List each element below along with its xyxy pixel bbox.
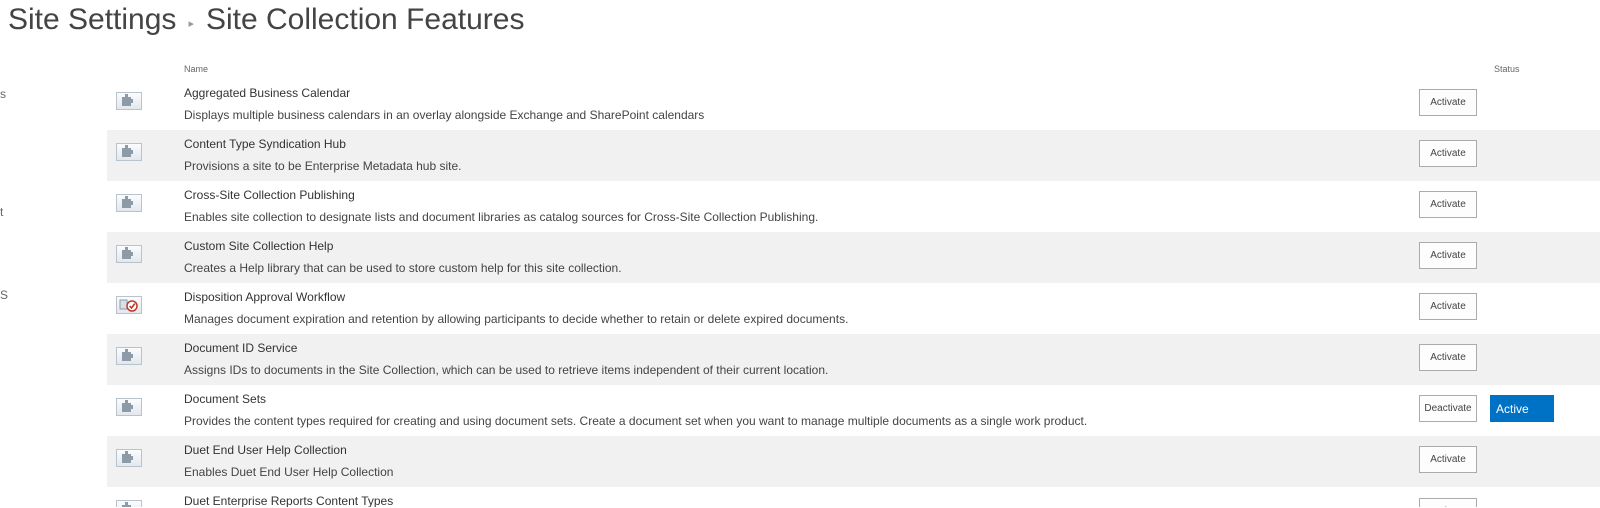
activate-button[interactable]: Activate bbox=[1419, 446, 1477, 473]
feature-name: Cross-Site Collection Publishing bbox=[184, 188, 355, 202]
activate-button[interactable]: Activate bbox=[1419, 293, 1477, 320]
activate-button[interactable]: Activate bbox=[1419, 498, 1477, 507]
feature-puzzle-icon bbox=[116, 398, 142, 416]
left-nav-item[interactable]: S bbox=[0, 288, 8, 302]
feature-name: Document Sets bbox=[184, 392, 267, 406]
feature-puzzle-icon bbox=[116, 194, 142, 212]
activate-button[interactable]: Activate bbox=[1419, 140, 1477, 167]
feature-name: Aggregated Business Calendar bbox=[184, 86, 351, 100]
feature-name: Document ID Service bbox=[184, 341, 298, 355]
feature-description: Enables Duet End User Help Collection bbox=[184, 465, 394, 479]
feature-description: Provides the content types required for … bbox=[184, 414, 1088, 428]
column-header-status: Status bbox=[1494, 64, 1520, 74]
feature-row: Document Sets Provides the content types… bbox=[107, 385, 1600, 436]
feature-description: Enables site collection to designate lis… bbox=[184, 210, 819, 224]
feature-name: Custom Site Collection Help bbox=[184, 239, 334, 253]
feature-puzzle-icon bbox=[116, 245, 142, 263]
feature-puzzle-icon bbox=[116, 92, 142, 110]
breadcrumb-current: Site Collection Features bbox=[205, 3, 525, 36]
feature-name: Duet End User Help Collection bbox=[184, 443, 347, 457]
column-header-name: Name bbox=[184, 64, 209, 74]
feature-description: Creates a Help library that can be used … bbox=[184, 261, 622, 275]
breadcrumb-separator-icon: ▸ bbox=[188, 17, 194, 30]
breadcrumb-parent-link[interactable]: Site Settings bbox=[8, 3, 176, 37]
left-nav-item[interactable]: t bbox=[0, 205, 3, 219]
activate-button[interactable]: Activate bbox=[1419, 191, 1477, 218]
site-collection-features-page: Site Settings ▸ Site Collection Features… bbox=[0, 0, 1600, 508]
feature-row: Aggregated Business Calendar Displays mu… bbox=[107, 79, 1600, 130]
feature-puzzle-icon bbox=[116, 449, 142, 467]
feature-row: Document ID Service Assigns IDs to docum… bbox=[107, 334, 1600, 385]
feature-name: Duet Enterprise Reports Content Types bbox=[184, 494, 394, 507]
feature-description: Assigns IDs to documents in the Site Col… bbox=[184, 363, 829, 377]
feature-row: Custom Site Collection Help Creates a He… bbox=[107, 232, 1600, 283]
activate-button[interactable]: Activate bbox=[1419, 344, 1477, 371]
status-badge: Active bbox=[1490, 395, 1554, 422]
feature-name: Content Type Syndication Hub bbox=[184, 137, 346, 151]
feature-row: Duet End User Help Collection Enables Du… bbox=[107, 436, 1600, 487]
feature-description: Manages document expiration and retentio… bbox=[184, 312, 849, 326]
feature-row: Content Type Syndication Hub Provisions … bbox=[107, 130, 1600, 181]
feature-description: Provisions a site to be Enterprise Metad… bbox=[184, 159, 462, 173]
deactivate-button[interactable]: Deactivate bbox=[1419, 395, 1477, 422]
feature-puzzle-icon bbox=[116, 500, 142, 507]
workflow-check-icon bbox=[116, 296, 142, 314]
feature-puzzle-icon bbox=[116, 347, 142, 365]
feature-puzzle-icon bbox=[116, 143, 142, 161]
feature-row: Disposition Approval Workflow Manages do… bbox=[107, 283, 1600, 334]
activate-button[interactable]: Activate bbox=[1419, 242, 1477, 269]
page-title: Site Settings ▸ Site Collection Features bbox=[8, 0, 524, 40]
features-list: Aggregated Business Calendar Displays mu… bbox=[107, 79, 1600, 507]
feature-description: Displays multiple business calendars in … bbox=[184, 108, 705, 122]
activate-button[interactable]: Activate bbox=[1419, 89, 1477, 116]
feature-name: Disposition Approval Workflow bbox=[184, 290, 346, 304]
left-nav-item[interactable]: s bbox=[0, 87, 6, 101]
feature-row: Cross-Site Collection Publishing Enables… bbox=[107, 181, 1600, 232]
feature-row: Duet Enterprise Reports Content Types Ac… bbox=[107, 487, 1600, 507]
